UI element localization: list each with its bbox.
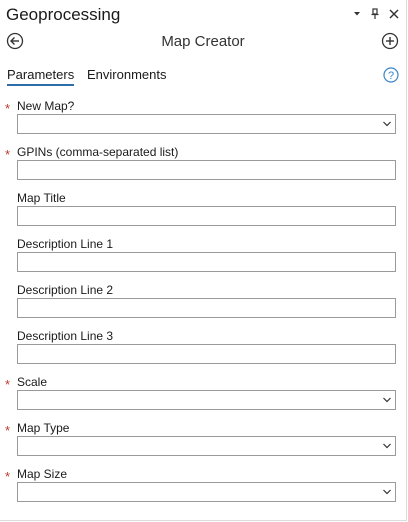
chevron-down-icon bbox=[383, 489, 391, 495]
param-label-map-title: Map Title bbox=[17, 191, 66, 205]
param-scale: * Scale bbox=[0, 375, 406, 421]
chevron-down-icon bbox=[383, 397, 391, 403]
pin-icon[interactable] bbox=[367, 4, 383, 24]
tool-title: Map Creator bbox=[161, 33, 245, 50]
tab-environments[interactable]: Environments bbox=[87, 67, 166, 84]
param-map-size: * Map Size bbox=[0, 467, 406, 513]
help-question-icon[interactable]: ? bbox=[383, 67, 399, 83]
tool-header: Map Creator bbox=[0, 30, 406, 56]
description-line-2-input[interactable] bbox=[17, 298, 396, 318]
required-marker: * bbox=[5, 423, 11, 438]
description-line-3-input[interactable] bbox=[17, 344, 396, 364]
chevron-down-icon bbox=[383, 121, 391, 127]
param-map-title: Map Title bbox=[0, 191, 406, 237]
param-label-map-type: Map Type bbox=[17, 421, 70, 435]
param-label-map-size: Map Size bbox=[17, 467, 68, 481]
param-map-type: * Map Type bbox=[0, 421, 406, 467]
param-label-description-2: Description Line 2 bbox=[17, 283, 114, 297]
pane-title: Geoprocessing bbox=[6, 5, 121, 24]
chevron-down-icon bbox=[383, 443, 391, 449]
chevron-down-icon[interactable] bbox=[349, 4, 365, 24]
gpins-input[interactable] bbox=[17, 160, 396, 180]
param-description-3: Description Line 3 bbox=[0, 329, 406, 375]
close-icon[interactable] bbox=[386, 4, 402, 24]
add-circle-icon[interactable] bbox=[381, 32, 399, 50]
geoprocessing-pane: Geoprocessing Map Creator Parameters Env… bbox=[0, 0, 407, 521]
tab-parameters[interactable]: Parameters bbox=[7, 67, 75, 86]
param-description-1: Description Line 1 bbox=[0, 237, 406, 283]
param-new-map: * New Map? bbox=[0, 99, 406, 145]
required-marker: * bbox=[5, 377, 11, 392]
pane-titlebar: Geoprocessing bbox=[0, 0, 406, 30]
param-label-description-1: Description Line 1 bbox=[17, 237, 114, 251]
required-marker: * bbox=[5, 469, 11, 484]
param-gpins: * GPINs (comma-separated list) bbox=[0, 145, 406, 191]
svg-text:?: ? bbox=[388, 70, 394, 82]
new-map-dropdown[interactable] bbox=[17, 114, 396, 134]
scale-dropdown[interactable] bbox=[17, 390, 396, 410]
param-description-2: Description Line 2 bbox=[0, 283, 406, 329]
tab-strip: Parameters Environments ? bbox=[0, 64, 406, 88]
param-label-description-3: Description Line 3 bbox=[17, 329, 114, 343]
param-label-gpins: GPINs (comma-separated list) bbox=[17, 145, 179, 159]
map-size-dropdown[interactable] bbox=[17, 482, 396, 502]
map-type-dropdown[interactable] bbox=[17, 436, 396, 456]
map-title-input[interactable] bbox=[17, 206, 396, 226]
required-marker: * bbox=[5, 101, 11, 116]
param-label-scale: Scale bbox=[17, 375, 48, 389]
description-line-1-input[interactable] bbox=[17, 252, 396, 272]
param-label-new-map: New Map? bbox=[17, 99, 75, 113]
required-marker: * bbox=[5, 147, 11, 162]
